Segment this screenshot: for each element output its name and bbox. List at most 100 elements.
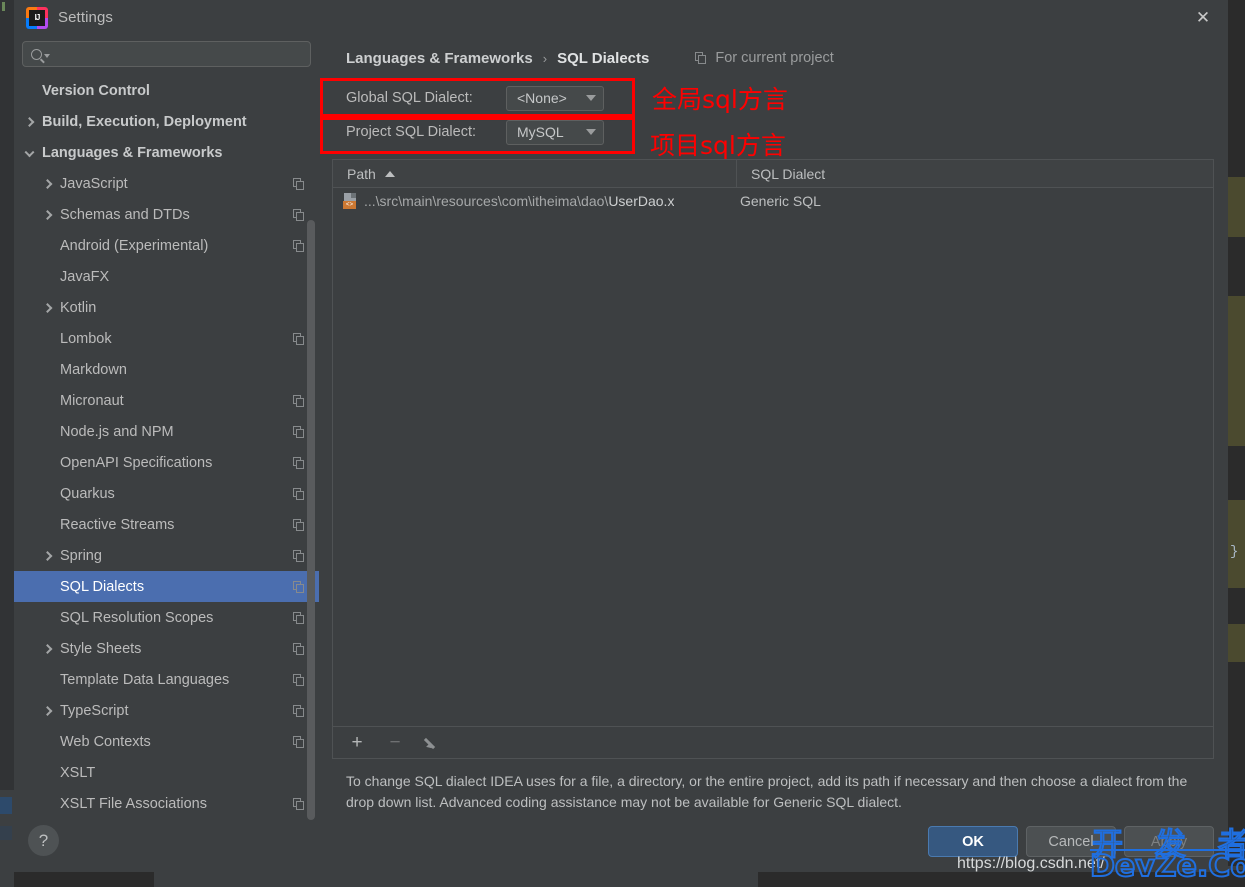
- chevron-right-icon[interactable]: [42, 178, 53, 189]
- chevron-right-icon[interactable]: [42, 209, 53, 220]
- edit-button[interactable]: [423, 732, 443, 752]
- copy-icon[interactable]: [293, 611, 305, 624]
- background-selection: [0, 797, 12, 814]
- chevron-right-icon[interactable]: [24, 116, 35, 127]
- sidebar-item-label: XSLT File Associations: [60, 795, 207, 812]
- description-text: To change SQL dialect IDEA uses for a fi…: [346, 772, 1188, 811]
- for-current-project-text: For current project: [715, 50, 834, 66]
- chevron-down-icon: [586, 95, 596, 101]
- sidebar-item-quarkus[interactable]: Quarkus: [14, 478, 319, 509]
- background-status-left: [14, 870, 154, 887]
- sidebar-item-label: JavaFX: [60, 268, 110, 285]
- project-sql-dialect-row: Project SQL Dialect: MySQL: [346, 115, 1214, 149]
- chevron-right-icon[interactable]: [42, 550, 53, 561]
- copy-icon[interactable]: [293, 673, 305, 686]
- sidebar-scrollbar-thumb[interactable]: [307, 220, 315, 820]
- add-button[interactable]: +: [347, 732, 367, 752]
- sidebar-item-template-data-languages[interactable]: Template Data Languages: [14, 664, 319, 695]
- sidebar-item-label: Style Sheets: [60, 640, 142, 657]
- sidebar-item-schemas-and-dtds[interactable]: Schemas and DTDs: [14, 199, 319, 230]
- sidebar-item-version-control[interactable]: Version Control: [14, 75, 319, 106]
- global-sql-dialect-value: <None>: [517, 90, 567, 106]
- sql-dialect-table: Path SQL Dialect <> ...\src\main\resource…: [332, 159, 1214, 759]
- table-row[interactable]: <> ...\src\main\resources\com\itheima\dao…: [333, 188, 1213, 213]
- sidebar-item-label: Schemas and DTDs: [60, 206, 190, 223]
- sidebar-item-kotlin[interactable]: Kotlin: [14, 292, 319, 323]
- sidebar-item-javascript[interactable]: JavaScript: [14, 168, 319, 199]
- minus-icon: −: [389, 731, 401, 753]
- sidebar-item-label: Android (Experimental): [60, 237, 209, 254]
- ok-button[interactable]: OK: [928, 826, 1018, 857]
- column-header-dialect[interactable]: SQL Dialect: [737, 160, 1213, 187]
- sidebar-item-spring[interactable]: Spring: [14, 540, 319, 571]
- sidebar-item-style-sheets[interactable]: Style Sheets: [14, 633, 319, 664]
- copy-icon[interactable]: [293, 580, 305, 593]
- copy-icon[interactable]: [293, 332, 305, 345]
- background-code-strip: [1228, 296, 1245, 446]
- cell-dialect: Generic SQL: [740, 192, 821, 209]
- chevron-down-icon[interactable]: [44, 54, 50, 58]
- chevron-right-icon[interactable]: [42, 643, 53, 654]
- sidebar-item-sql-dialects[interactable]: SQL Dialects: [14, 571, 319, 602]
- sidebar-item-openapi-specifications[interactable]: OpenAPI Specifications: [14, 447, 319, 478]
- copy-icon[interactable]: [293, 642, 305, 655]
- sidebar-item-web-contexts[interactable]: Web Contexts: [14, 726, 319, 757]
- copy-icon[interactable]: [293, 394, 305, 407]
- footer-buttons: OK Cancel Apply: [928, 826, 1214, 857]
- copy-icon[interactable]: [293, 487, 305, 500]
- chevron-right-icon[interactable]: [42, 302, 53, 313]
- sidebar-item-reactive-streams[interactable]: Reactive Streams: [14, 509, 319, 540]
- column-header-path[interactable]: Path: [333, 160, 737, 187]
- project-sql-dialect-select[interactable]: MySQL: [506, 119, 604, 145]
- sidebar-item-label: Micronaut: [60, 392, 124, 409]
- sidebar-item-android-experimental[interactable]: Android (Experimental): [14, 230, 319, 261]
- cancel-button[interactable]: Cancel: [1026, 826, 1116, 857]
- sidebar-item-lombok[interactable]: Lombok: [14, 323, 319, 354]
- copy-icon: [695, 52, 707, 64]
- copy-icon[interactable]: [293, 456, 305, 469]
- chevron-down-icon[interactable]: [24, 146, 35, 157]
- sidebar-item-label: Template Data Languages: [60, 671, 230, 688]
- sidebar-item-label: SQL Dialects: [60, 578, 145, 595]
- remove-button[interactable]: −: [385, 732, 405, 752]
- sidebar-item-label: SQL Resolution Scopes: [60, 609, 214, 626]
- background-status-right: [758, 870, 1245, 887]
- copy-icon[interactable]: [293, 518, 305, 531]
- background-code-strip: [1228, 624, 1245, 662]
- sidebar-item-xslt[interactable]: XSLT: [14, 757, 319, 788]
- copy-icon[interactable]: [293, 797, 305, 810]
- settings-dialog: IJ Settings ✕ Version Control Build, Exec…: [14, 0, 1228, 872]
- sidebar-item-node-js-and-npm[interactable]: Node.js and NPM: [14, 416, 319, 447]
- table-header: Path SQL Dialect: [333, 160, 1213, 188]
- apply-button[interactable]: Apply: [1124, 826, 1214, 857]
- copy-icon[interactable]: [293, 425, 305, 438]
- chevron-right-icon[interactable]: [42, 705, 53, 716]
- help-button[interactable]: ?: [28, 825, 59, 856]
- project-sql-dialect-label: Project SQL Dialect:: [346, 124, 477, 140]
- background-left-editor: [0, 0, 14, 790]
- copy-icon[interactable]: [293, 208, 305, 221]
- search-input[interactable]: [55, 45, 302, 63]
- global-sql-dialect-select[interactable]: <None>: [506, 85, 604, 111]
- sidebar-item-markdown[interactable]: Markdown: [14, 354, 319, 385]
- sidebar-item-build-execution-deployment[interactable]: Build, Execution, Deployment: [14, 106, 319, 137]
- copy-icon[interactable]: [293, 704, 305, 717]
- sidebar-item-languages-frameworks[interactable]: Languages & Frameworks: [14, 137, 319, 168]
- copy-icon[interactable]: [293, 735, 305, 748]
- sidebar-item-xslt-file-associations[interactable]: XSLT File Associations: [14, 788, 319, 814]
- copy-icon[interactable]: [293, 177, 305, 190]
- sidebar-item-sql-resolution-scopes[interactable]: SQL Resolution Scopes: [14, 602, 319, 633]
- xml-file-icon: <>: [343, 192, 357, 209]
- copy-icon[interactable]: [293, 549, 305, 562]
- close-icon[interactable]: ✕: [1186, 4, 1220, 32]
- settings-sidebar: Version Control Build, Execution, Deploym…: [14, 35, 320, 820]
- copy-icon[interactable]: [293, 239, 305, 252]
- sidebar-item-label: Web Contexts: [60, 733, 151, 750]
- settings-tree-list: Version Control Build, Execution, Deploym…: [14, 75, 319, 814]
- breadcrumb-parent[interactable]: Languages & Frameworks: [346, 50, 533, 67]
- sidebar-item-typescript[interactable]: TypeScript: [14, 695, 319, 726]
- cell-path: <> ...\src\main\resources\com\itheima\dao…: [333, 192, 737, 209]
- search-box[interactable]: [22, 41, 311, 67]
- sidebar-item-javafx[interactable]: JavaFX: [14, 261, 319, 292]
- sidebar-item-micronaut[interactable]: Micronaut: [14, 385, 319, 416]
